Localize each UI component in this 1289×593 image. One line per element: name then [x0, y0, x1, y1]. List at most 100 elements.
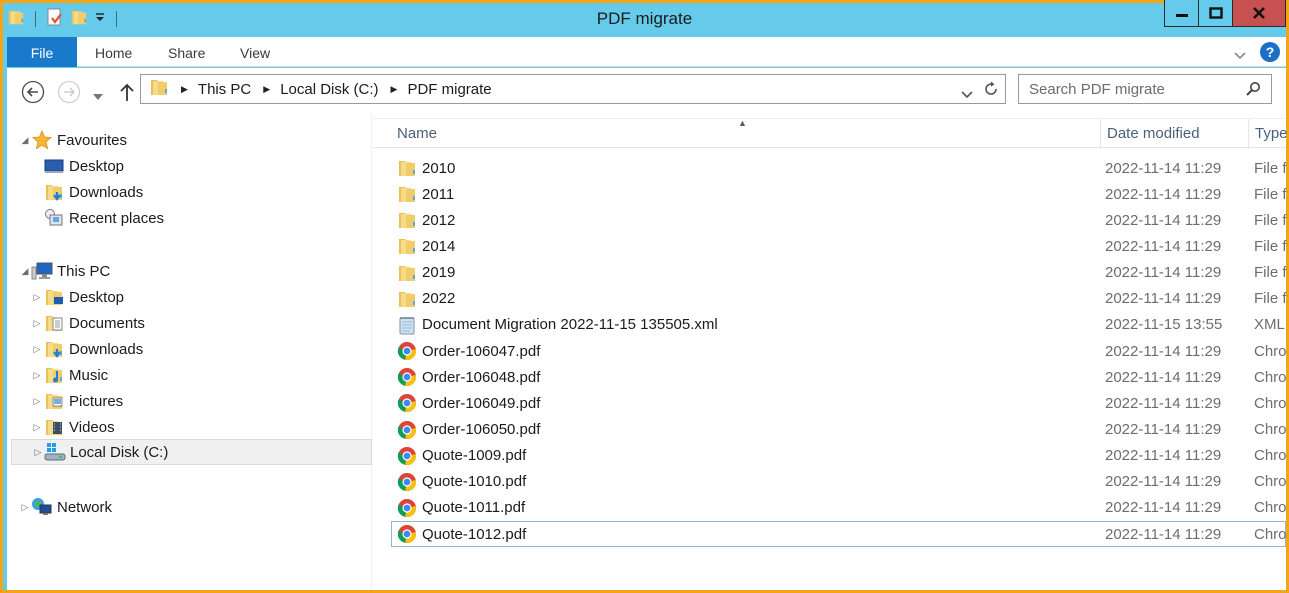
help-icon[interactable]: ?	[1260, 42, 1280, 62]
sidebar-item-network[interactable]: ▷ Network	[19, 494, 112, 520]
file-name: Order-106048.pdf	[422, 368, 541, 386]
window-controls	[1164, 0, 1286, 27]
sidebar-item-fav-desktop[interactable]: Desktop	[43, 153, 124, 179]
sidebar-item-fav-downloads[interactable]: Downloads	[43, 179, 143, 205]
file-type: XML Document	[1254, 316, 1287, 334]
up-button[interactable]	[119, 82, 135, 106]
expand-icon[interactable]: ▷	[31, 344, 43, 355]
file-row[interactable]: Order-106047.pdf 2022-11-14 11:29 Chrome P…	[391, 338, 1287, 364]
expand-icon[interactable]: ▷	[31, 318, 43, 329]
file-row[interactable]: Order-106048.pdf 2022-11-14 11:29 Chrome P…	[391, 364, 1287, 390]
file-row[interactable]: Document Migration 2022-11-15 135505.xml…	[391, 312, 1287, 338]
file-name: 2022	[422, 290, 456, 308]
expand-icon[interactable]: ▷	[31, 370, 43, 381]
file-type: Chrome PDF Document	[1254, 368, 1287, 386]
xml-document-icon	[396, 315, 418, 335]
desktop-icon	[43, 156, 65, 176]
recent-locations-button[interactable]	[93, 87, 103, 104]
column-header-type[interactable]: Type	[1248, 119, 1288, 149]
file-row[interactable]: Order-106050.pdf 2022-11-14 11:29 Chrome P…	[391, 417, 1287, 443]
file-row[interactable]: 2012 2022-11-14 11:29 File folder	[391, 207, 1287, 233]
sidebar-item-music[interactable]: ▷ Music	[31, 362, 109, 388]
navigation-bar: ▶ This PC ▶ Local Disk (C:) ▶ PDF migrate	[7, 68, 1286, 114]
explorer-window: PDF migrate File Home Share View ? ▶ Thi…	[3, 0, 1288, 590]
tab-share[interactable]: Share	[154, 37, 219, 67]
network-icon	[31, 497, 53, 517]
breadcrumb-arrow-icon[interactable]: ▶	[391, 84, 398, 95]
search-input[interactable]	[1029, 75, 1239, 103]
sidebar-item-local-disk[interactable]: ▷ Local Disk (C:)	[11, 439, 372, 465]
file-type: Chrome PDF Document	[1254, 499, 1287, 517]
tab-home[interactable]: Home	[81, 37, 146, 67]
pictures-icon	[43, 391, 65, 411]
sidebar-item-videos[interactable]: ▷ Videos	[31, 414, 115, 440]
file-date-modified: 2022-11-14 11:29	[1105, 447, 1222, 465]
folder-icon	[396, 263, 418, 283]
expand-icon[interactable]: ▷	[31, 396, 43, 407]
sidebar-item-favourites[interactable]: ◢ Favourites	[19, 127, 127, 153]
column-header-date-modified[interactable]: Date modified	[1100, 119, 1248, 149]
sidebar-item-desktop[interactable]: ▷ Desktop	[31, 284, 125, 310]
breadcrumb-pdf-migrate[interactable]: ▶ PDF migrate	[379, 81, 492, 98]
file-type: File folder	[1254, 264, 1287, 282]
maximize-button[interactable]	[1199, 0, 1233, 26]
file-row[interactable]: Quote-1011.pdf 2022-11-14 11:29 Chrome PDF…	[391, 495, 1287, 521]
breadcrumb-local-disk[interactable]: ▶ Local Disk (C:)	[251, 81, 378, 98]
expand-icon[interactable]: ▷	[31, 292, 43, 303]
sidebar-item-downloads[interactable]: ▷ Downloads	[31, 336, 143, 362]
collapse-icon[interactable]: ◢	[19, 266, 31, 277]
file-name: Quote-1009.pdf	[422, 447, 527, 465]
back-button[interactable]	[21, 80, 45, 108]
address-dropdown-button[interactable]	[961, 86, 973, 103]
file-row[interactable]: 2011 2022-11-14 11:29 File folder	[391, 181, 1287, 207]
sort-ascending-icon: ▲	[738, 118, 747, 128]
chrome-pdf-icon	[396, 524, 418, 544]
refresh-button[interactable]	[983, 81, 999, 101]
chevron-down-icon	[961, 91, 973, 99]
local-disk-icon	[44, 442, 66, 462]
search-icon[interactable]	[1245, 81, 1261, 101]
expand-icon[interactable]: ▷	[32, 447, 44, 458]
file-row[interactable]: Quote-1012.pdf 2022-11-14 11:29 Chrome PDF…	[391, 521, 1287, 548]
file-date-modified: 2022-11-14 11:29	[1105, 499, 1222, 517]
file-type: File folder	[1254, 185, 1287, 203]
chevron-down-icon	[93, 94, 103, 100]
sidebar-item-recent-places[interactable]: Recent places	[43, 205, 164, 231]
breadcrumb-this-pc[interactable]: ▶ This PC	[169, 81, 251, 98]
file-row[interactable]: Quote-1010.pdf 2022-11-14 11:29 Chrome PDF…	[391, 469, 1287, 495]
close-button[interactable]	[1233, 0, 1285, 26]
breadcrumb-arrow-icon[interactable]: ▶	[263, 84, 270, 95]
sidebar-item-pictures[interactable]: ▷ Pictures	[31, 388, 124, 414]
column-header-row: Name ▲ Date modified Type	[373, 118, 1288, 149]
forward-button[interactable]	[57, 80, 81, 108]
file-type: Chrome PDF Document	[1254, 394, 1287, 412]
tab-view[interactable]: View	[226, 37, 284, 67]
address-bar[interactable]: ▶ This PC ▶ Local Disk (C:) ▶ PDF migrate	[140, 74, 1006, 104]
videos-icon	[43, 417, 65, 437]
navigation-pane: ◢ Favourites Desktop Downloads Recent pl…	[7, 114, 372, 590]
expand-ribbon-icon[interactable]	[1234, 47, 1246, 64]
file-date-modified: 2022-11-14 11:29	[1105, 421, 1222, 438]
file-row[interactable]: 2014 2022-11-14 11:29 File folder	[391, 233, 1287, 259]
expand-icon[interactable]: ▷	[19, 502, 31, 513]
recent-places-icon	[43, 208, 65, 228]
file-row[interactable]: Order-106049.pdf 2022-11-14 11:29 Chrome P…	[391, 390, 1287, 416]
file-row[interactable]: Quote-1009.pdf 2022-11-14 11:29 Chrome PDF…	[391, 443, 1287, 469]
collapse-icon[interactable]: ◢	[19, 135, 31, 146]
expand-icon[interactable]: ▷	[31, 422, 43, 433]
file-row[interactable]: 2019 2022-11-14 11:29 File folder	[391, 260, 1287, 286]
sidebar-item-documents[interactable]: ▷ Documents	[31, 310, 145, 336]
breadcrumb-arrow-icon[interactable]: ▶	[181, 84, 188, 95]
minimize-button[interactable]	[1165, 0, 1199, 26]
sidebar-item-this-pc[interactable]: ◢ This PC	[19, 258, 110, 284]
documents-icon	[43, 313, 65, 333]
chrome-pdf-icon	[396, 420, 418, 440]
file-row[interactable]: 2022 2022-11-14 11:29 File folder	[391, 286, 1287, 312]
file-date-modified: 2022-11-14 11:29	[1105, 290, 1222, 308]
column-header-name[interactable]: Name	[391, 119, 437, 149]
file-name: Quote-1012.pdf	[422, 525, 527, 543]
file-row[interactable]: 2010 2022-11-14 11:29 File folder	[391, 155, 1287, 181]
file-date-modified: 2022-11-14 11:29	[1105, 185, 1222, 203]
ribbon: File Home Share View ?	[7, 37, 1286, 67]
tab-file[interactable]: File	[7, 37, 77, 67]
